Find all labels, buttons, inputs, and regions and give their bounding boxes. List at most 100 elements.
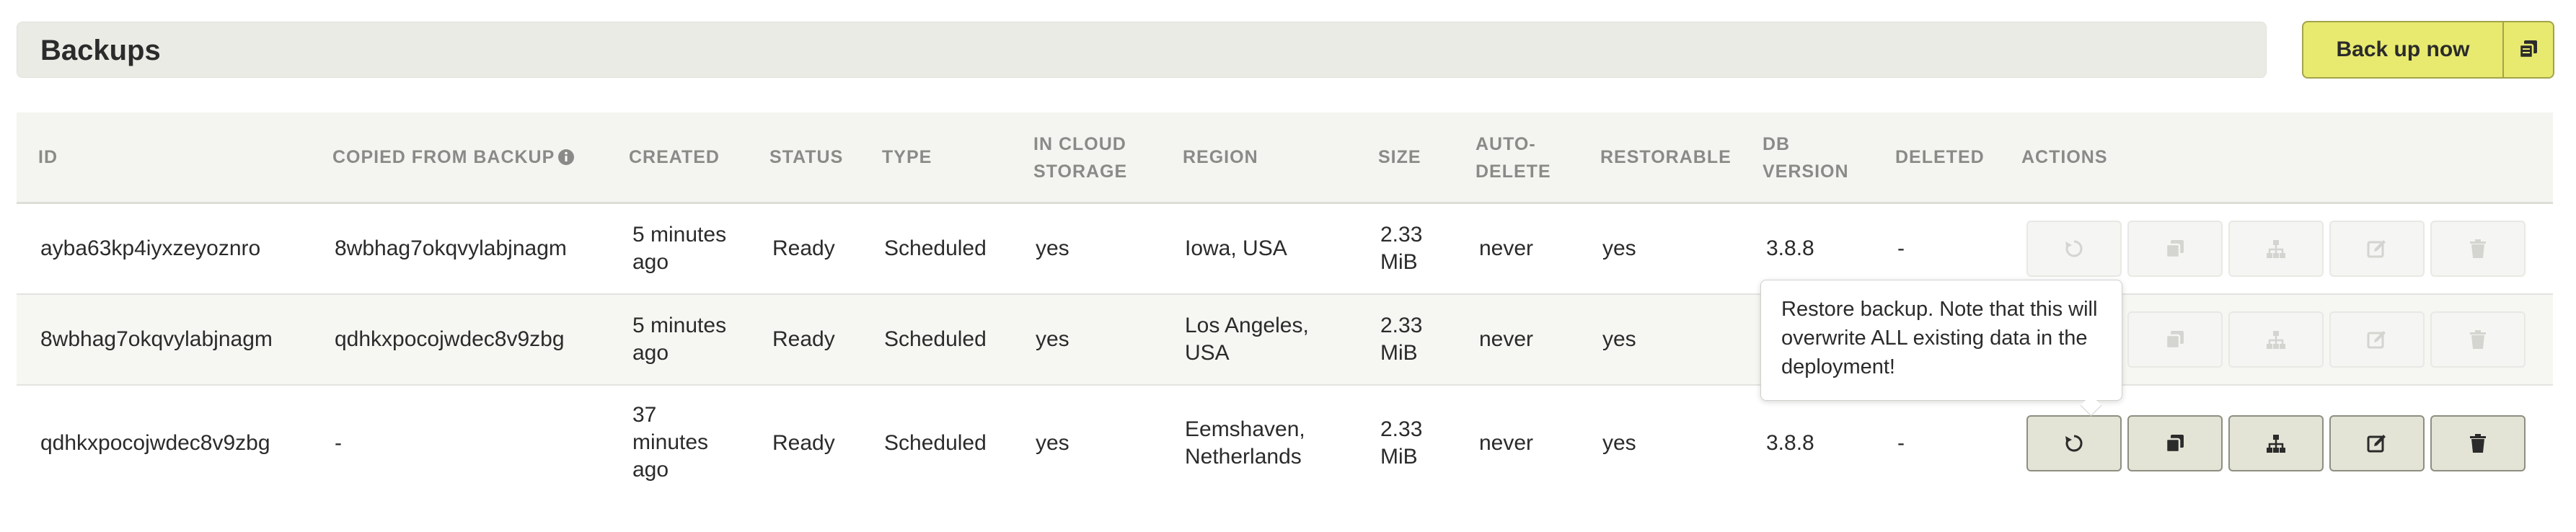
copied-from-backup: 8wbhag7okqvylabjnagm (335, 236, 567, 260)
column-header-in-cloud-line2: STORAGE (1033, 161, 1128, 182)
region: Los Angeles, USA (1185, 312, 1309, 367)
column-header-type: TYPE (882, 147, 932, 167)
delete-icon (2467, 329, 2489, 350)
column-header-in-cloud-line1: IN CLOUD (1033, 134, 1126, 154)
table-header: ID COPIED FROM BACKUP CREATED STATUS TYP… (17, 112, 2553, 204)
size-value: 2.33 (1380, 223, 1423, 247)
clone-deployment-button[interactable] (2228, 311, 2324, 368)
size-value: 2.33 (1380, 417, 1423, 441)
size-value: 2.33 (1380, 314, 1423, 337)
edit-button[interactable] (2329, 221, 2425, 277)
in-cloud-storage: yes (1036, 431, 1069, 455)
created-line: ago (632, 458, 669, 482)
column-header-actions: ACTIONS (2021, 147, 2108, 167)
region-line: Netherlands (1185, 445, 1302, 469)
auto-delete: never (1479, 236, 1534, 260)
column-header-copied-from-label: COPIED FROM BACKUP (332, 147, 555, 167)
delete-button[interactable] (2430, 221, 2526, 277)
db-version: 3.8.8 (1766, 431, 1814, 455)
size-unit: MiB (1380, 250, 1418, 274)
created-line: 37 (632, 403, 657, 427)
copy-icon (2164, 329, 2186, 350)
restorable: yes (1602, 431, 1636, 455)
status: Ready (772, 236, 835, 260)
backup-id: 8wbhag7okqvylabjnagm (40, 327, 273, 351)
table-row: 8wbhag7okqvylabjnagm qdhkxpocojwdec8v9zb… (17, 295, 2553, 386)
back-up-now-button[interactable]: Back up now (2302, 21, 2554, 79)
created-time: 5 minutes ago (632, 221, 726, 276)
created-line: minutes (632, 430, 709, 454)
copy-button[interactable] (2127, 221, 2223, 277)
created-time: 5 minutes ago (632, 312, 726, 367)
clone-deployment-icon (2265, 433, 2287, 454)
backup-id: qdhkxpocojwdec8v9zbg (40, 431, 270, 455)
status: Ready (772, 431, 835, 455)
delete-icon (2467, 238, 2489, 260)
restore-button[interactable] (2026, 415, 2122, 471)
created-line: 5 minutes (632, 223, 727, 247)
column-header-created: CREATED (629, 147, 720, 167)
in-cloud-storage: yes (1036, 236, 1069, 260)
delete-button[interactable] (2430, 415, 2526, 471)
copied-from-backup: - (335, 431, 342, 455)
edit-button[interactable] (2329, 311, 2425, 368)
copy-icon (2164, 433, 2186, 454)
restore-tooltip: Restore backup. Note that this will over… (1760, 280, 2122, 401)
column-header-db-version: DB VERSION (1763, 130, 1849, 185)
column-header-region: REGION (1183, 147, 1258, 167)
copied-from-backup: qdhkxpocojwdec8v9zbg (335, 327, 565, 351)
size-unit: MiB (1380, 341, 1418, 365)
clone-deployment-button[interactable] (2228, 221, 2324, 277)
edit-icon (2366, 238, 2388, 260)
restore-icon (2063, 433, 2085, 454)
copy-button[interactable] (2127, 415, 2223, 471)
edit-icon (2366, 329, 2388, 350)
restorable: yes (1602, 236, 1636, 260)
backup-type: Scheduled (884, 327, 987, 351)
region: Eemshaven, Netherlands (1185, 416, 1305, 471)
column-header-auto-delete: AUTO- DELETE (1476, 130, 1551, 185)
in-cloud-storage: yes (1036, 327, 1069, 351)
row-actions (2026, 386, 2526, 501)
size: 2.33 MiB (1380, 416, 1422, 471)
column-header-status: STATUS (769, 147, 844, 167)
column-header-restorable: RESTORABLE (1600, 147, 1732, 167)
created-line: ago (632, 250, 669, 274)
delete-button[interactable] (2430, 311, 2526, 368)
clone-deployment-button[interactable] (2228, 415, 2324, 471)
backups-table: ID COPIED FROM BACKUP CREATED STATUS TYP… (17, 112, 2553, 516)
created-time: 37 minutes ago (632, 402, 708, 484)
restorable: yes (1602, 327, 1636, 351)
deleted: - (1897, 431, 1905, 455)
size: 2.33 MiB (1380, 312, 1422, 367)
column-header-id: ID (38, 147, 58, 167)
info-icon[interactable] (557, 148, 575, 166)
auto-delete: never (1479, 327, 1534, 351)
region-line: Eemshaven, (1185, 417, 1305, 441)
edit-button[interactable] (2329, 415, 2425, 471)
status: Ready (772, 327, 835, 351)
page-title: Backups (40, 35, 161, 66)
size: 2.33 MiB (1380, 221, 1422, 276)
region-line: USA (1185, 341, 1230, 365)
backup-type: Scheduled (884, 431, 987, 455)
db-version: 3.8.8 (1766, 236, 1814, 260)
table-row: ayba63kp4iyxzeyoznro 8wbhag7okqvylabjnag… (17, 204, 2553, 295)
copy-button[interactable] (2127, 311, 2223, 368)
column-header-auto-delete-line1: AUTO- (1476, 134, 1536, 154)
region: Iowa, USA (1185, 236, 1287, 260)
column-header-in-cloud-storage: IN CLOUD STORAGE (1033, 130, 1127, 185)
restore-icon (2063, 238, 2085, 260)
back-up-now-label: Back up now (2336, 37, 2470, 61)
backup-type: Scheduled (884, 236, 987, 260)
created-line: ago (632, 341, 669, 365)
column-header-deleted: DELETED (1895, 147, 1985, 167)
created-line: 5 minutes (632, 314, 727, 337)
edit-icon (2366, 433, 2388, 454)
restore-button[interactable] (2026, 221, 2122, 277)
copy-icon (2502, 22, 2553, 77)
deleted: - (1897, 236, 1905, 260)
clone-deployment-icon (2265, 238, 2287, 260)
table-row: qdhkxpocojwdec8v9zbg - 37 minutes ago Re… (17, 386, 2553, 501)
column-header-db-version-line2: VERSION (1763, 161, 1849, 182)
